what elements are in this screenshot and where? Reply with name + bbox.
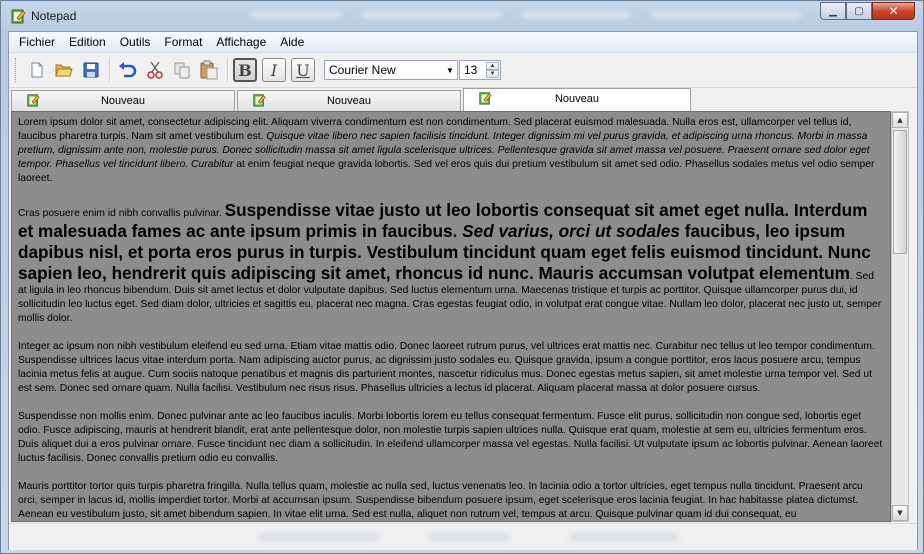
blurred-background	[651, 11, 801, 19]
menu-format[interactable]: Format	[157, 32, 209, 52]
menu-fichier[interactable]: Fichier	[12, 32, 62, 52]
font-family-value: Courier New	[329, 63, 396, 77]
maximize-icon: ▢	[854, 5, 864, 17]
notepad-app-icon	[11, 9, 26, 24]
window-title: Notepad	[31, 9, 77, 23]
cut-button[interactable]	[142, 57, 168, 83]
cut-icon	[147, 61, 163, 79]
text-run-large-bold-italic: Sed varius, orci ut sodales	[462, 221, 680, 241]
scrollbar-thumb[interactable]	[893, 130, 907, 254]
toolbar-separator	[227, 58, 229, 82]
text-run: Cras posuere enim id nibh convallis pulv…	[18, 208, 225, 219]
status-bar	[9, 523, 917, 550]
font-size-spinner: ▲ ▼	[486, 62, 499, 78]
new-file-icon	[31, 62, 43, 78]
paste-button[interactable]	[196, 57, 222, 83]
minimize-button[interactable]: ▁	[820, 2, 846, 20]
tab-label: Nouveau	[326, 95, 372, 107]
tab-label: Nouveau	[554, 93, 600, 105]
tab-document-1[interactable]: Nouveau	[11, 90, 235, 111]
underline-button[interactable]: U	[291, 58, 315, 82]
dropdown-arrow-icon[interactable]: ▼	[443, 66, 457, 75]
font-size-input[interactable]: 13 ▲ ▼	[459, 60, 501, 80]
vertical-scrollbar[interactable]: ▲ ▼	[891, 111, 909, 522]
blurred-background	[251, 11, 341, 19]
italic-icon: I	[270, 60, 278, 80]
toolbar-grip[interactable]	[15, 58, 19, 82]
close-icon: ✕	[888, 4, 899, 18]
tab-document-2[interactable]: Nouveau	[237, 90, 461, 111]
scroll-down-icon[interactable]: ▼	[892, 505, 908, 521]
blurred-background	[521, 11, 631, 19]
italic-button[interactable]: I	[262, 58, 286, 82]
caption-buttons: ▁ ▢ ✕	[820, 2, 915, 20]
menu-aide[interactable]: Aide	[273, 32, 311, 52]
blurred-background	[429, 533, 509, 541]
bold-icon: B	[238, 60, 252, 80]
bold-button[interactable]: B	[233, 58, 257, 82]
blurred-background	[569, 533, 679, 541]
save-button[interactable]	[78, 57, 104, 83]
paragraph: Lorem ipsum dolor sit amet, consectetur …	[18, 116, 884, 186]
font-size-value: 13	[464, 63, 478, 77]
title-bar[interactable]: Notepad ▁ ▢ ✕	[1, 1, 923, 31]
paragraph: Integer ac ipsum non nibh vestibulum ele…	[18, 341, 875, 394]
underline-icon: U	[296, 60, 310, 80]
blurred-background	[361, 11, 501, 19]
menu-edition[interactable]: Edition	[62, 32, 113, 52]
notepad-window: Notepad ▁ ▢ ✕ Fichier Edition Outils For…	[0, 0, 924, 554]
tab-document-3[interactable]: Nouveau	[463, 88, 691, 111]
menu-outils[interactable]: Outils	[113, 32, 158, 52]
scroll-up-icon[interactable]: ▲	[892, 112, 908, 128]
paragraph: Cras posuere enim id nibh convallis pulv…	[18, 200, 884, 326]
tab-strip: Nouveau Nouveau Nouveau	[11, 88, 915, 111]
toolbar-separator	[109, 58, 111, 82]
minimize-icon: ▁	[829, 5, 837, 17]
toolbar: B I U Courier New ▼ 13 ▲ ▼	[9, 53, 917, 88]
open-button[interactable]	[51, 57, 77, 83]
tab-label: Nouveau	[100, 95, 146, 107]
copy-icon	[174, 62, 190, 79]
font-family-select[interactable]: Courier New ▼	[324, 60, 458, 80]
menu-bar: Fichier Edition Outils Format Affichage …	[9, 32, 917, 53]
document-content[interactable]: Lorem ipsum dolor sit amet, consectetur …	[12, 112, 890, 521]
maximize-button[interactable]: ▢	[846, 2, 872, 20]
spin-up-icon[interactable]: ▲	[486, 62, 499, 70]
text-editor[interactable]: Lorem ipsum dolor sit amet, consectetur …	[11, 111, 891, 522]
save-icon	[83, 62, 99, 78]
blurred-background	[259, 533, 379, 541]
paragraph: Suspendisse non mollis enim. Donec pulvi…	[18, 411, 883, 464]
paste-icon	[200, 60, 218, 80]
paragraph: Mauris porttitor tortor quis turpis phar…	[18, 481, 863, 520]
undo-icon	[119, 62, 137, 78]
new-button[interactable]	[24, 57, 50, 83]
copy-button[interactable]	[169, 57, 195, 83]
client-area: Fichier Edition Outils Format Affichage …	[8, 31, 918, 550]
close-button[interactable]: ✕	[872, 2, 915, 20]
open-folder-icon	[55, 64, 73, 77]
spin-down-icon[interactable]: ▼	[486, 70, 499, 78]
menu-affichage[interactable]: Affichage	[209, 32, 273, 52]
undo-button[interactable]	[115, 57, 141, 83]
